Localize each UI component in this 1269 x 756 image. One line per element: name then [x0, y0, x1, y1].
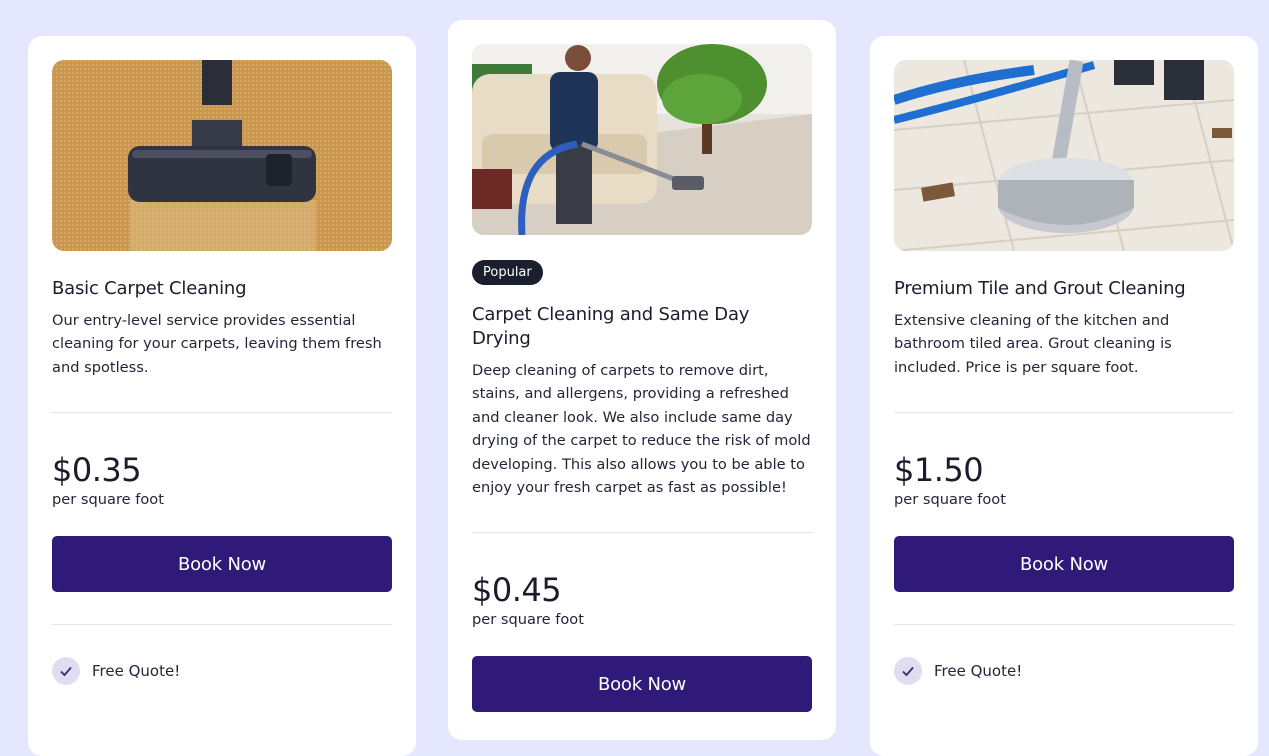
check-icon — [52, 657, 80, 686]
feature-item: Free Quote! — [894, 657, 1234, 686]
service-description: Our entry-level service provides essenti… — [52, 312, 382, 376]
carpet-vacuum-image — [52, 60, 392, 251]
price: $0.35 — [52, 451, 142, 490]
service-description: Deep cleaning of carpets to remove dirt,… — [472, 362, 811, 497]
divider — [52, 412, 392, 414]
service-title: Premium Tile and Grout Cleaning — [894, 278, 1186, 299]
price: $1.50 — [894, 451, 984, 490]
book-now-button[interactable]: Book Now — [472, 656, 812, 713]
service-description: Extensive cleaning of the kitchen and ba… — [894, 312, 1172, 376]
book-now-button[interactable]: Book Now — [894, 536, 1234, 593]
pricing-card-popular: Popular Carpet Cleaning and Same Day Dry… — [448, 20, 836, 740]
divider — [472, 532, 812, 534]
man-cleaning-carpet-image — [472, 44, 812, 235]
check-icon — [894, 657, 922, 686]
book-now-button[interactable]: Book Now — [52, 536, 392, 593]
feature-item: Free Quote! — [52, 657, 392, 686]
feature-label: Free Quote! — [934, 662, 1023, 681]
popular-badge: Popular — [472, 260, 543, 285]
price-unit: per square foot — [52, 491, 164, 509]
service-title: Basic Carpet Cleaning — [52, 278, 247, 299]
tile-floor-cleaner-image — [894, 60, 1234, 251]
divider — [894, 412, 1234, 414]
service-title: Carpet Cleaning and Same Day Drying — [472, 304, 750, 349]
pricing-card-premium: Premium Tile and Grout Cleaning Extensiv… — [870, 36, 1258, 756]
divider — [52, 624, 392, 626]
price: $0.45 — [472, 571, 562, 610]
price-unit: per square foot — [894, 491, 1006, 509]
divider — [894, 624, 1234, 626]
price-unit: per square foot — [472, 611, 584, 629]
feature-label: Free Quote! — [92, 662, 181, 681]
pricing-card-basic: Basic Carpet Cleaning Our entry-level se… — [28, 36, 416, 756]
